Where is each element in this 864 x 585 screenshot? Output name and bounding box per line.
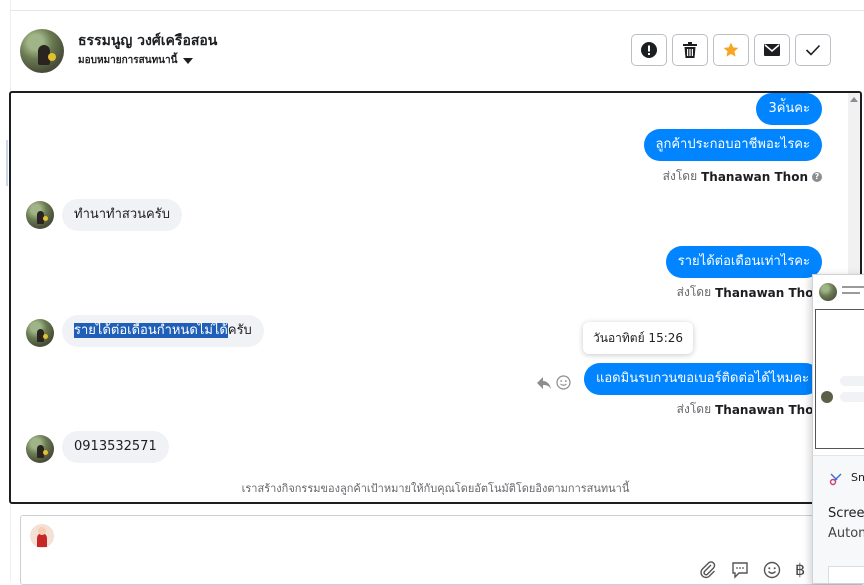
left-selection-marker [6,140,8,186]
mark-spam-button[interactable] [631,34,667,66]
message-text-rest: ครับ [227,323,252,338]
contact-avatar-small [26,319,54,347]
smiley-icon[interactable] [763,561,781,579]
agent-avatar [30,524,54,548]
preview-sub-line [842,292,860,294]
baht-icon[interactable]: ฿ [795,560,805,579]
mark-unread-button[interactable] [754,34,790,66]
snipping-tool-icon [829,473,842,486]
paperclip-icon[interactable] [699,560,717,579]
help-icon[interactable]: ? [812,171,822,182]
assign-label: มอบหมายการสนทนานี้ [78,55,178,66]
contact-avatar-small [26,201,54,229]
snip-title: Screen [828,506,864,521]
preview-name-line [842,286,864,288]
chat-bubble-icon[interactable] [731,561,749,579]
composer-tools: ฿ [699,560,805,579]
header-actions [631,34,831,66]
scroll-up-arrow-icon[interactable] [850,97,858,102]
contact-name[interactable]: ธรรมนูญ วงศ์เครือสอน [78,30,217,52]
auto-activity-note: เราสร้างกิจกรรมของลูกค้าเป้าหมายให้กับคุ… [241,482,630,495]
preview-avatar-small [821,391,833,403]
message-bubble-outgoing[interactable]: 3ค่ันคะ [756,93,822,125]
message-bubble-outgoing[interactable]: แอดมินรบกวนขอเบอร์ติดต่อได้ไหมคะ [584,363,822,395]
contact-avatar[interactable] [20,29,64,73]
snip-notification-panel: Sn Screen Autom [813,455,864,583]
selected-text: รายได้ต่อเดือนกำหนดไม่ได้ [74,323,228,338]
snip-thumbnail[interactable] [828,566,864,583]
sent-by-label: ส่งโดย Thanawan Thon [677,283,822,302]
reply-icon[interactable] [536,376,552,390]
delete-button[interactable] [672,34,708,66]
message-bubble-incoming[interactable]: ทำนาทำสวนครับ [62,199,182,231]
message-bubble-outgoing[interactable]: รายได้ต่อเดือนเท่าไรคะ [665,246,822,278]
sent-by-name: Thanawan Thon [715,402,822,417]
sent-by-prefix: ส่งโดย [662,169,698,183]
assign-conversation-dropdown[interactable]: มอบหมายการสนทนานี้ [78,53,194,68]
message-composer[interactable]: ฿ [20,515,864,585]
sent-by-name: Thanawan Thon [715,285,822,300]
snip-app-label: Sn [851,471,864,484]
message-hover-tools [536,375,571,390]
check-icon [805,44,821,56]
conversation-header: ธรรมนูญ วงศ์เครือสอน มอบหมายการสนทนานี้ [10,11,864,91]
preview-frame [815,309,864,449]
preview-bubble [840,376,864,386]
snip-preview-window[interactable]: Sn Screen Autom [812,274,864,584]
sent-by-prefix: ส่งโดย [676,285,712,299]
message-bubble-outgoing[interactable]: ลูกค้าประกอบอาชีพอะไรคะ [643,129,822,161]
sent-by-label: ส่งโดย Thanawan Thon ? [663,167,822,186]
star-icon [723,42,739,57]
star-button[interactable] [713,34,749,66]
react-smiley-icon[interactable] [556,375,571,390]
trash-icon [683,42,697,58]
snip-subtitle: Autom [828,526,864,541]
top-border [0,0,864,11]
sent-by-prefix: ส่งโดย [676,402,712,416]
message-thread[interactable]: 3ค่ันคะ ลูกค้าประกอบอาชีพอะไรคะ ส่งโดย T… [9,91,862,504]
sent-by-label: ส่งโดย Thanawan Thon [677,400,822,419]
caret-down-icon [183,57,194,64]
alert-icon [641,42,657,58]
contact-avatar-small [26,435,54,463]
sent-by-name: Thanawan Thon [701,169,808,184]
timestamp-tooltip: วันอาทิตย์ 15:26 [583,322,694,354]
message-bubble-incoming[interactable]: รายได้ต่อเดือนกำหนดไม่ได้ครับ [62,315,264,347]
message-bubble-incoming[interactable]: 0913532571 [62,431,169,463]
mail-icon [764,44,780,56]
mark-done-button[interactable] [795,34,831,66]
preview-avatar [819,283,837,301]
preview-bubble [840,392,864,402]
